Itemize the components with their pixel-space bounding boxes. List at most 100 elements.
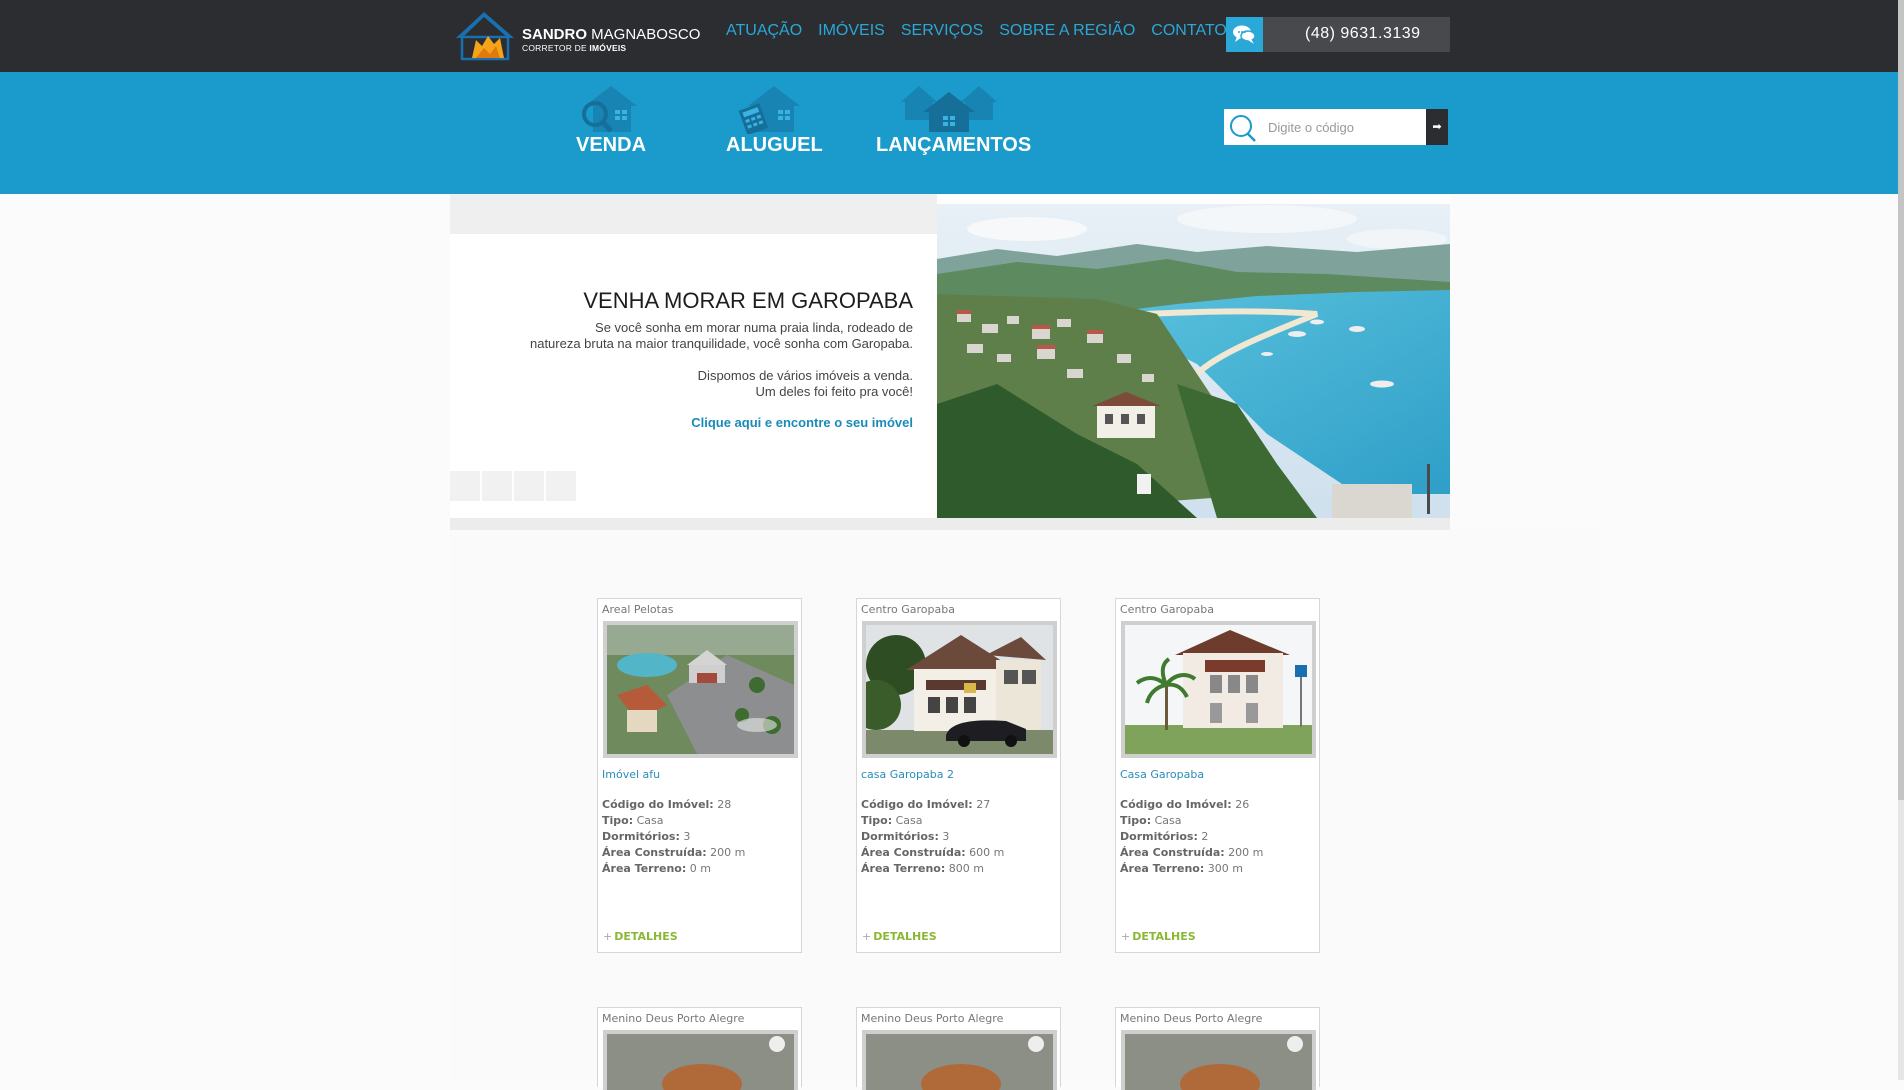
property-card: Centro Garopaba Casa Garopaba Código do … xyxy=(1115,598,1320,953)
banner-paragraph-2-line-1: Dispomos de vários imóveis a venda. xyxy=(697,368,913,383)
details-link[interactable]: + DETALHES xyxy=(1121,930,1196,943)
search-submit-button[interactable]: ➡ xyxy=(1426,109,1448,145)
top-bar: SANDRO MAGNABOSCO CORRETOR DE IMÓVEIS AT… xyxy=(0,0,1898,72)
category-venda[interactable]: VENDA xyxy=(576,84,647,157)
property-land-area-row: Área Terreno: 0 m xyxy=(602,861,745,877)
banner-text: VENHA MORAR EM GAROPABA Se você sonha em… xyxy=(450,288,913,430)
code-label: Código do Imóvel: xyxy=(861,798,973,811)
property-location: Centro Garopaba xyxy=(1120,603,1214,616)
nav-item-sobre-a-regiao[interactable]: SOBRE A REGIÃO xyxy=(999,22,1135,40)
bedrooms-value: 3 xyxy=(683,830,691,843)
hero-banner: VENHA MORAR EM GAROPABA Se você sonha em… xyxy=(450,194,1450,530)
code-search-input[interactable] xyxy=(1268,115,1418,139)
banner-pager-dot[interactable] xyxy=(546,471,576,501)
property-location: Menino Deus Porto Alegre xyxy=(861,1012,1004,1025)
banner-pager xyxy=(450,471,576,501)
nav-item-imoveis[interactable]: IMÓVEIS xyxy=(818,22,885,40)
property-photo-dog[interactable] xyxy=(862,1030,1057,1090)
category-bar: VENDA ALUGUEL LANÇAMENTOS Digite o códig… xyxy=(0,72,1898,194)
category-label-venda: VENDA xyxy=(576,134,647,156)
property-photo-dog[interactable] xyxy=(1121,1030,1316,1090)
nav-item-contato[interactable]: CONTATO xyxy=(1151,22,1227,40)
type-value: Casa xyxy=(636,814,664,827)
land-area-value: 300 m xyxy=(1207,862,1243,875)
banner-paragraph-2-line-2: Um deles foi feito pra você! xyxy=(755,384,913,399)
property-location: Menino Deus Porto Alegre xyxy=(1120,1012,1263,1025)
code-search: ➡ xyxy=(1224,109,1448,145)
property-photo-dog[interactable] xyxy=(603,1030,798,1090)
banner-paragraph-1-line-1: Se você sonha em morar numa praia linda,… xyxy=(595,320,913,335)
plus-icon: + xyxy=(1121,930,1131,943)
banner-cta-link[interactable]: Clique aqui e encontre o seu imóvel xyxy=(450,415,913,430)
plus-icon: + xyxy=(603,930,613,943)
type-label: Tipo: xyxy=(1120,814,1152,827)
nav-item-servicos[interactable]: SERVIÇOS xyxy=(901,22,983,40)
property-card: Menino Deus Porto Alegre xyxy=(1115,1007,1320,1090)
built-area-value: 200 m xyxy=(710,846,746,859)
property-land-area-row: Área Terreno: 800 m xyxy=(861,861,1004,877)
search-icon xyxy=(1230,115,1256,142)
banner-paragraph-1-line-2: natureza bruta na maior tranquilidade, v… xyxy=(529,336,913,351)
nav-item-atuacao[interactable]: ATUAÇÃO xyxy=(726,22,802,40)
code-value: 26 xyxy=(1235,798,1250,811)
houses-group-icon xyxy=(901,86,997,132)
brand-name: SANDRO MAGNABOSCO xyxy=(522,26,700,43)
code-value: 28 xyxy=(717,798,732,811)
brand-name-light: MAGNABOSCO xyxy=(587,26,701,43)
page-scrollbar[interactable] xyxy=(1898,0,1904,1080)
house-calculator-icon xyxy=(738,86,800,134)
house-logo-icon xyxy=(456,12,514,61)
property-code-row: Código do Imóvel: 26 xyxy=(1120,797,1263,813)
house-search-icon xyxy=(582,86,637,133)
property-card: Menino Deus Porto Alegre xyxy=(856,1007,1061,1090)
property-info: Código do Imóvel: 26 Tipo: Casa Dormitór… xyxy=(1120,797,1263,877)
code-label: Código do Imóvel: xyxy=(602,798,714,811)
code-value: 27 xyxy=(976,798,991,811)
code-label: Código do Imóvel: xyxy=(1120,798,1232,811)
logo-text: SANDRO MAGNABOSCO CORRETOR DE IMÓVEIS xyxy=(522,26,700,53)
property-photo-condo[interactable] xyxy=(603,621,798,758)
banner-title: VENHA MORAR EM GAROPABA xyxy=(583,288,913,313)
property-title-link[interactable]: Imóvel afu xyxy=(602,768,660,781)
category-lancamentos[interactable]: LANÇAMENTOS xyxy=(876,84,1031,157)
land-area-value: 800 m xyxy=(948,862,984,875)
phone-number: (48) 9631.3139 xyxy=(1305,25,1421,42)
type-value: Casa xyxy=(1154,814,1182,827)
property-photo-house[interactable] xyxy=(1121,621,1316,758)
property-type-row: Tipo: Casa xyxy=(602,813,745,829)
property-info: Código do Imóvel: 27 Tipo: Casa Dormitór… xyxy=(861,797,1004,877)
type-label: Tipo: xyxy=(861,814,893,827)
details-link[interactable]: + DETALHES xyxy=(862,930,937,943)
property-card: Centro Garopaba casa Garopaba 2 Código d… xyxy=(856,598,1061,953)
brand-subtitle-bold: IMÓVEIS xyxy=(589,43,627,53)
logo[interactable]: SANDRO MAGNABOSCO CORRETOR DE IMÓVEIS xyxy=(454,8,700,62)
land-area-label: Área Terreno: xyxy=(602,862,687,875)
property-type-row: Tipo: Casa xyxy=(861,813,1004,829)
brand-subtitle: CORRETOR DE IMÓVEIS xyxy=(522,43,700,53)
property-card: Areal Pelotas Imóvel afu Código do Imóve… xyxy=(597,598,802,953)
banner-pager-dot[interactable] xyxy=(482,471,512,501)
built-area-label: Área Construída: xyxy=(602,846,707,859)
banner-pager-dot[interactable] xyxy=(514,471,544,501)
property-bedrooms-row: Dormitórios: 3 xyxy=(861,829,1004,845)
banner-paragraph-1: Se você sonha em morar numa praia linda,… xyxy=(450,320,913,352)
land-area-label: Área Terreno: xyxy=(1120,862,1205,875)
scrollbar-thumb[interactable] xyxy=(1898,0,1904,800)
built-area-value: 600 m xyxy=(969,846,1005,859)
phone-contact[interactable]: (48) 9631.3139 xyxy=(1226,17,1450,52)
property-title-link[interactable]: casa Garopaba 2 xyxy=(861,768,954,781)
details-link[interactable]: + DETALHES xyxy=(603,930,678,943)
property-location: Areal Pelotas xyxy=(602,603,674,616)
built-area-value: 200 m xyxy=(1228,846,1264,859)
property-built-area-row: Área Construída: 200 m xyxy=(602,845,745,861)
property-bedrooms-row: Dormitórios: 3 xyxy=(602,829,745,845)
banner-photo-beach xyxy=(937,204,1450,518)
category-aluguel[interactable]: ALUGUEL xyxy=(726,84,823,157)
property-built-area-row: Área Construída: 200 m xyxy=(1120,845,1263,861)
property-title-link[interactable]: Casa Garopaba xyxy=(1120,768,1204,781)
property-photo-house[interactable] xyxy=(862,621,1057,758)
category-label-aluguel: ALUGUEL xyxy=(726,134,823,156)
banner-pager-dot[interactable] xyxy=(450,471,480,501)
brand-subtitle-pre: CORRETOR DE xyxy=(522,43,590,53)
land-area-value: 0 m xyxy=(689,862,711,875)
